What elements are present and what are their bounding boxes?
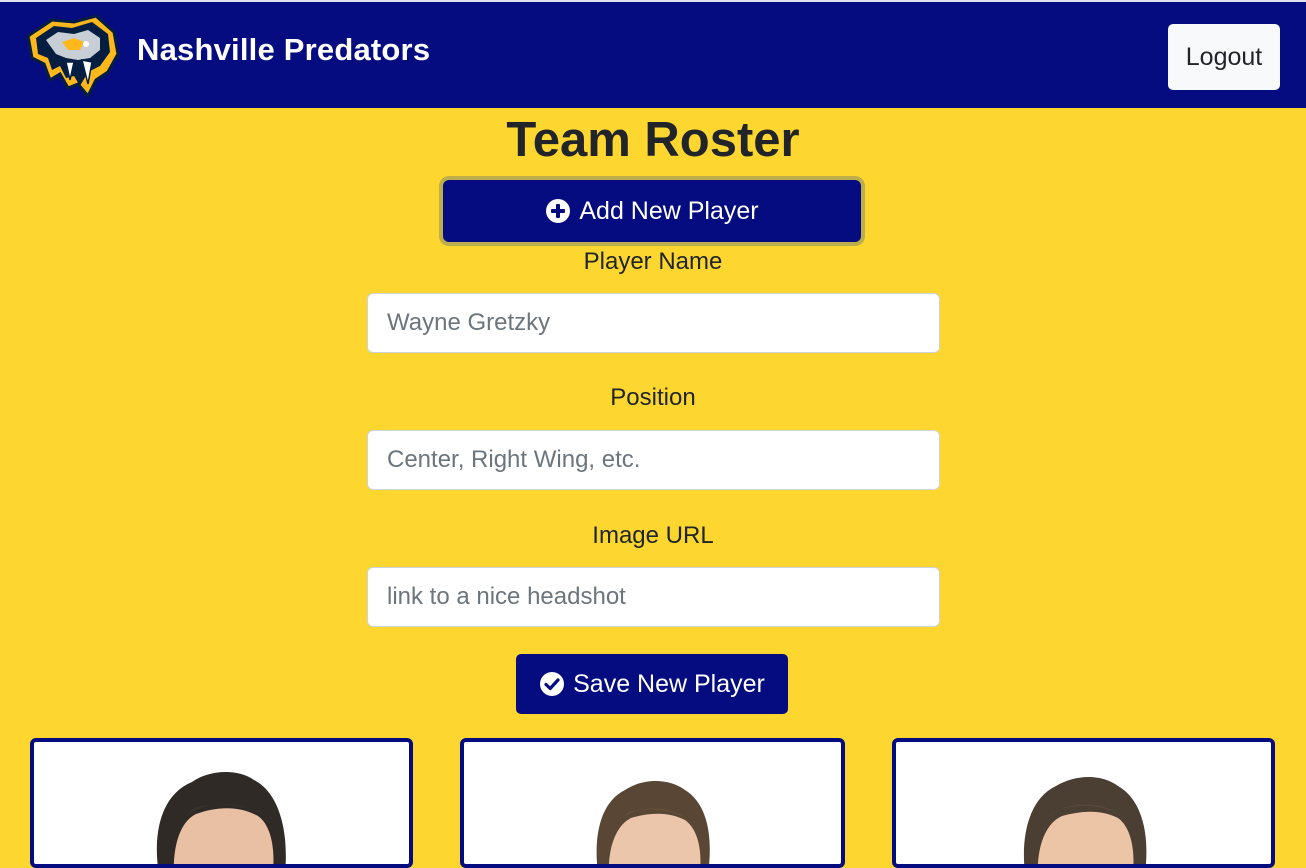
- position-input[interactable]: [367, 430, 940, 490]
- check-circle-icon: [540, 672, 565, 696]
- navbar: Nashville Predators Logout: [0, 0, 1306, 108]
- position-label: Position: [610, 384, 696, 411]
- player-name-input[interactable]: [367, 293, 940, 353]
- add-new-player-label: Add New Player: [579, 196, 759, 225]
- image-url-input[interactable]: [367, 567, 940, 627]
- add-new-player-button[interactable]: Add New Player: [443, 180, 861, 242]
- player-card[interactable]: [460, 738, 845, 868]
- page-title: Team Roster: [506, 113, 800, 167]
- image-url-label: Image URL: [592, 522, 714, 549]
- save-new-player-label: Save New Player: [573, 669, 765, 698]
- player-card[interactable]: [892, 738, 1275, 868]
- save-new-player-button[interactable]: Save New Player: [516, 654, 788, 714]
- player-name-label: Player Name: [583, 248, 723, 275]
- brand-name[interactable]: Nashville Predators: [137, 32, 430, 68]
- logout-button[interactable]: Logout: [1168, 24, 1280, 90]
- player-card[interactable]: [30, 738, 413, 868]
- predators-logo-icon[interactable]: [22, 14, 122, 98]
- plus-circle-icon: [546, 199, 571, 223]
